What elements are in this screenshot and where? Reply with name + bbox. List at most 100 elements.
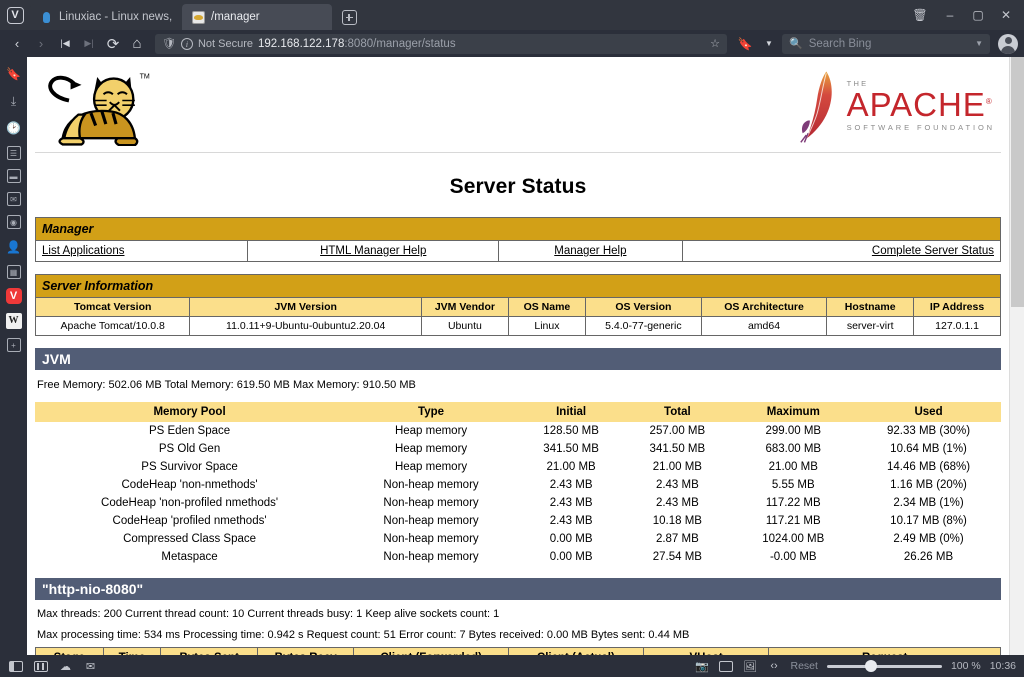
cell-used: 10.64 MB (1%) <box>856 440 1001 458</box>
val-tomcat-version: Apache Tomcat/10.0.8 <box>34 316 191 336</box>
col-os-version: OS Version <box>585 297 702 317</box>
sidebar-item-contacts[interactable]: 👤 <box>5 238 23 256</box>
cell-used: 2.34 MB (1%) <box>856 494 1001 512</box>
cell-total: 2.43 MB <box>624 476 731 494</box>
sidebar-item-wikipedia-panel[interactable]: W <box>5 313 22 329</box>
val-os-version: 5.4.0-77-generic <box>585 316 702 336</box>
sidebar-item-vivaldi-panel[interactable]: V <box>5 288 22 304</box>
cell-type: Heap memory <box>344 422 518 440</box>
tab-title: Linuxiac - Linux news, tutor <box>59 11 172 23</box>
chevron-down-icon[interactable]: ▼ <box>975 39 983 48</box>
cell-total: 2.43 MB <box>624 494 731 512</box>
sidebar-item-calendar[interactable]: ▦ <box>6 265 21 279</box>
panel-toggle-icon[interactable] <box>8 659 23 674</box>
val-jvm-version: 11.0.11+9-Ubuntu-0ubuntu2.20.04 <box>189 316 422 336</box>
home-button[interactable]: ⌂ <box>126 33 148 55</box>
cell-maximum: 21.00 MB <box>730 458 857 476</box>
cell-maximum: 5.55 MB <box>730 476 857 494</box>
sidebar-item-window-panel[interactable]: ▬ <box>6 169 21 183</box>
page-scrollbar[interactable] <box>1009 57 1024 655</box>
chevron-down-icon[interactable]: ▼ <box>758 33 780 55</box>
col-used: Used <box>856 402 1001 422</box>
vivaldi-sidebar: 🔖 ⤓ 🕑 ☰ ▬ ✉ ◉ 👤 ▦ V W + <box>0 57 27 655</box>
new-tab-button[interactable] <box>338 6 360 28</box>
site-info-icon[interactable]: i <box>180 37 193 50</box>
plus-icon <box>341 9 357 25</box>
code-icon[interactable]: ‹› <box>767 659 782 674</box>
reload-button[interactable]: ⟳ <box>102 33 124 55</box>
trash-icon[interactable]: 🗑 <box>905 4 935 26</box>
zoom-slider[interactable] <box>826 659 942 673</box>
link-manager-help[interactable]: Manager Help <box>554 245 626 257</box>
table-row: CodeHeap 'profiled nmethods' Non-heap mem… <box>35 512 1001 530</box>
tomcat-status-page: TM THE APACHE® SOFTWARE FOUNDATION Serve… <box>27 57 1009 655</box>
tab-manager[interactable]: /manager <box>182 4 332 30</box>
link-html-manager-help[interactable]: HTML Manager Help <box>320 245 426 257</box>
vivaldi-logo-icon: V <box>6 6 24 24</box>
table-header-row: Stage Time Bytes Sent Bytes Recv Client … <box>35 647 1001 655</box>
manager-link-cell[interactable]: Complete Server Status <box>681 240 1002 262</box>
val-os-architecture: amd64 <box>700 316 828 336</box>
val-ip-address: 127.0.1.1 <box>913 316 1001 336</box>
manager-link-cell[interactable]: List Applications <box>34 240 249 262</box>
sidebar-item-downloads[interactable]: ⤓ <box>5 92 23 110</box>
cell-maximum: 117.22 MB <box>730 494 857 512</box>
url-input[interactable]: 🛡 i Not Secure 192.168.122.178:8080/mana… <box>155 33 727 54</box>
tab-title: /manager <box>211 11 260 23</box>
sidebar-item-notes[interactable]: ☰ <box>6 146 21 160</box>
request-table: Stage Time Bytes Sent Bytes Recv Client … <box>35 647 1001 655</box>
fastforward-button[interactable]: ▶| <box>78 33 100 55</box>
sidebar-item-history[interactable]: 🕑 <box>5 119 23 137</box>
linuxiac-favicon-icon <box>40 11 53 24</box>
page-header-logos: TM THE APACHE® SOFTWARE FOUNDATION <box>35 57 1001 153</box>
capture-icon[interactable]: 📷 <box>695 659 710 674</box>
connector-processing-line: Max processing time: 534 ms Processing t… <box>37 629 690 641</box>
cell-initial: 128.50 MB <box>517 422 625 440</box>
search-input[interactable]: 🔍 Search Bing ▼ <box>782 33 990 54</box>
val-jvm-vendor: Ubuntu <box>420 316 509 336</box>
back-button[interactable]: ‹ <box>6 33 28 55</box>
cell-used: 92.33 MB (30%) <box>856 422 1001 440</box>
tab-linuxiac[interactable]: Linuxiac - Linux news, tutor <box>30 4 182 30</box>
bookmark-icon[interactable]: ☆ <box>710 37 720 50</box>
col-os-architecture: OS Architecture <box>700 297 828 317</box>
cell-pool: PS Old Gen <box>35 440 345 458</box>
image-icon[interactable]: 🖼 <box>743 659 758 674</box>
col-memory-pool: Memory Pool <box>35 402 345 422</box>
sidebar-item-feeds[interactable]: ◉ <box>6 215 21 229</box>
cell-used: 26.26 MB <box>856 548 1001 566</box>
minimize-button[interactable]: – <box>937 4 963 26</box>
link-complete-server-status[interactable]: Complete Server Status <box>872 245 994 257</box>
manager-link-cell[interactable]: Manager Help <box>498 240 683 262</box>
scrollbar-thumb[interactable] <box>1011 57 1024 307</box>
profile-avatar[interactable] <box>998 33 1018 54</box>
bookmark-flag-icon[interactable]: 🔖 <box>734 33 756 55</box>
rewind-button[interactable]: |◀ <box>54 33 76 55</box>
table-row: Apache Tomcat/10.0.8 11.0.11+9-Ubuntu-0u… <box>34 316 1001 336</box>
col-time: Time <box>102 647 162 655</box>
cell-pool: CodeHeap 'profiled nmethods' <box>35 512 345 530</box>
vivaldi-menu-button[interactable]: V <box>0 0 30 30</box>
sidebar-item-mail[interactable]: ✉ <box>6 192 21 206</box>
zoom-reset-button[interactable]: Reset <box>791 660 818 672</box>
cell-total: 27.54 MB <box>624 548 731 566</box>
cell-maximum: 299.00 MB <box>730 422 857 440</box>
slider-knob[interactable] <box>864 660 877 672</box>
cell-type: Heap memory <box>344 440 518 458</box>
maximize-button[interactable]: ▢ <box>965 4 991 26</box>
link-list-applications[interactable]: List Applications <box>42 245 124 257</box>
cell-maximum: -0.00 MB <box>730 548 857 566</box>
mail-icon[interactable]: ✉ <box>83 659 98 674</box>
col-request: Request <box>768 647 1001 655</box>
forward-button[interactable]: › <box>30 33 52 55</box>
col-initial: Initial <box>517 402 625 422</box>
server-info-section-header: Server Information <box>35 274 1001 298</box>
manager-link-cell[interactable]: HTML Manager Help <box>247 240 500 262</box>
sidebar-item-bookmarks[interactable]: 🔖 <box>5 65 23 83</box>
tiling-icon[interactable] <box>33 659 48 674</box>
sidebar-item-add-panel[interactable]: + <box>6 338 21 352</box>
close-button[interactable]: ✕ <box>993 4 1019 26</box>
tile-icon[interactable] <box>719 659 734 674</box>
weather-icon[interactable]: ☁ <box>58 659 73 674</box>
jvm-memory-summary: Free Memory: 502.06 MB Total Memory: 619… <box>37 379 416 391</box>
